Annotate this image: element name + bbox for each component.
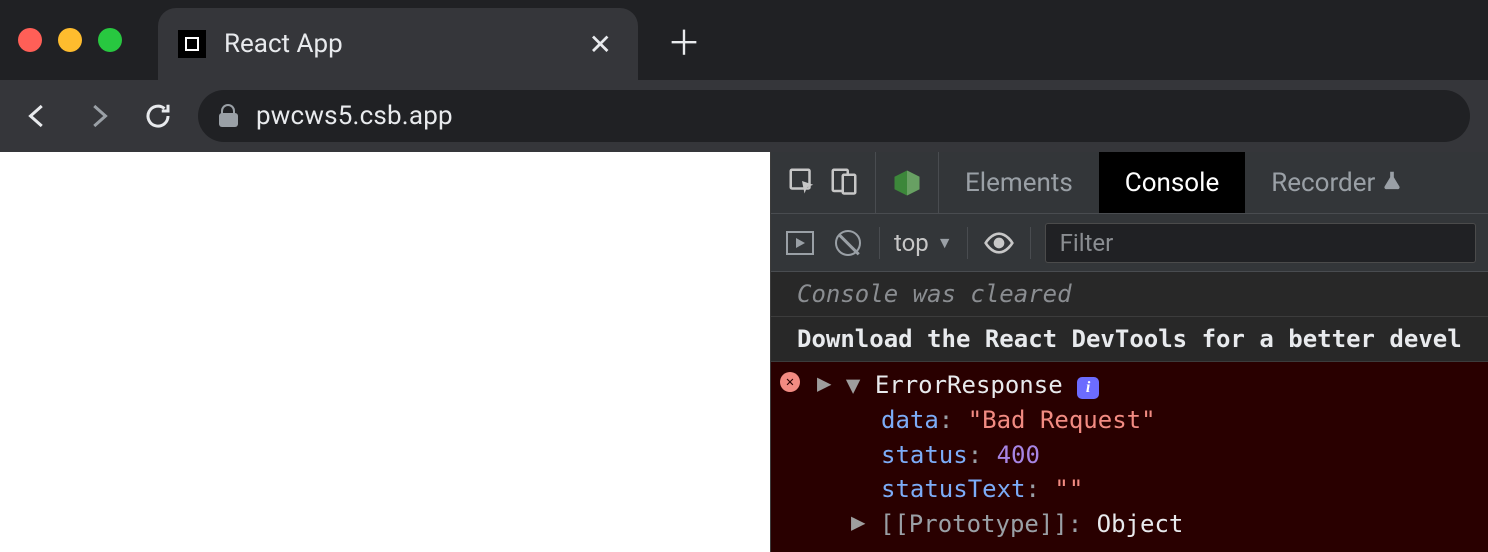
tab-recorder[interactable]: Recorder — [1245, 152, 1429, 213]
error-prop-key: data — [881, 406, 939, 434]
console-toolbar: top ▼ — [771, 214, 1488, 272]
console-error-entry[interactable]: ✕ ▶ ▼ ErrorResponse i data: "Bad Request… — [771, 362, 1488, 552]
tab-console[interactable]: Console — [1099, 152, 1245, 213]
expand-arrow-icon[interactable]: ▶ — [817, 366, 831, 401]
console-cleared-message: Console was cleared — [771, 272, 1488, 317]
back-button[interactable] — [18, 96, 58, 136]
inspect-element-icon[interactable] — [787, 166, 817, 200]
error-prop-value: "Bad Request" — [968, 406, 1156, 434]
reload-button[interactable] — [138, 96, 178, 136]
lock-icon — [220, 105, 240, 127]
info-badge-icon[interactable]: i — [1077, 377, 1099, 399]
error-proto-key: [[Prototype]] — [880, 510, 1068, 538]
console-log-message: Download the React DevTools for a better… — [771, 317, 1488, 362]
console-filter[interactable] — [1045, 223, 1476, 263]
tab-title: React App — [224, 29, 343, 59]
page-content[interactable] — [0, 152, 770, 552]
close-window-button[interactable] — [18, 28, 42, 52]
error-icon: ✕ — [780, 372, 800, 392]
chevron-down-icon: ▼ — [937, 233, 953, 253]
minimize-window-button[interactable] — [58, 28, 82, 52]
error-object-name: ErrorResponse — [875, 371, 1063, 399]
window-controls — [18, 28, 122, 52]
forward-button[interactable] — [78, 96, 118, 136]
maximize-window-button[interactable] — [98, 28, 122, 52]
tab-favicon — [178, 30, 206, 58]
error-prop-key: statusText — [881, 475, 1026, 503]
toggle-console-sidebar-icon[interactable] — [783, 226, 817, 260]
clear-console-icon[interactable] — [831, 226, 865, 260]
close-tab-button[interactable]: ✕ — [589, 28, 612, 61]
flask-icon — [1381, 168, 1403, 198]
live-expression-icon[interactable] — [982, 226, 1016, 260]
console-filter-input[interactable] — [1060, 229, 1461, 257]
devtools-left-icons — [771, 152, 876, 213]
separator — [1030, 227, 1031, 259]
address-bar[interactable]: pwcws5.csb.app — [198, 90, 1470, 142]
separator — [879, 227, 880, 259]
error-prop-value: 400 — [997, 441, 1040, 469]
collapse-arrow-icon[interactable]: ▼ — [846, 368, 860, 403]
devtools-tab-bar: Elements Console Recorder — [771, 152, 1488, 214]
new-tab-button[interactable]: ＋ — [666, 22, 702, 58]
context-selector[interactable]: top ▼ — [894, 229, 953, 257]
expand-arrow-icon[interactable]: ▶ — [851, 505, 865, 540]
nodejs-icon[interactable] — [892, 168, 922, 198]
console-output: Console was cleared Download the React D… — [771, 272, 1488, 552]
error-prop-value: "" — [1054, 475, 1083, 503]
tab-elements[interactable]: Elements — [939, 152, 1099, 213]
browser-tab[interactable]: React App ✕ — [158, 8, 638, 80]
error-prop-key: status — [881, 441, 968, 469]
error-proto-value: Object — [1097, 510, 1184, 538]
devtools-panel: Elements Console Recorder top — [770, 152, 1488, 552]
separator — [967, 227, 968, 259]
main-area: Elements Console Recorder top — [0, 152, 1488, 552]
device-toolbar-icon[interactable] — [829, 166, 859, 200]
url-text: pwcws5.csb.app — [256, 101, 453, 131]
browser-tab-strip: React App ✕ ＋ — [0, 0, 1488, 80]
browser-toolbar: pwcws5.csb.app — [0, 80, 1488, 152]
